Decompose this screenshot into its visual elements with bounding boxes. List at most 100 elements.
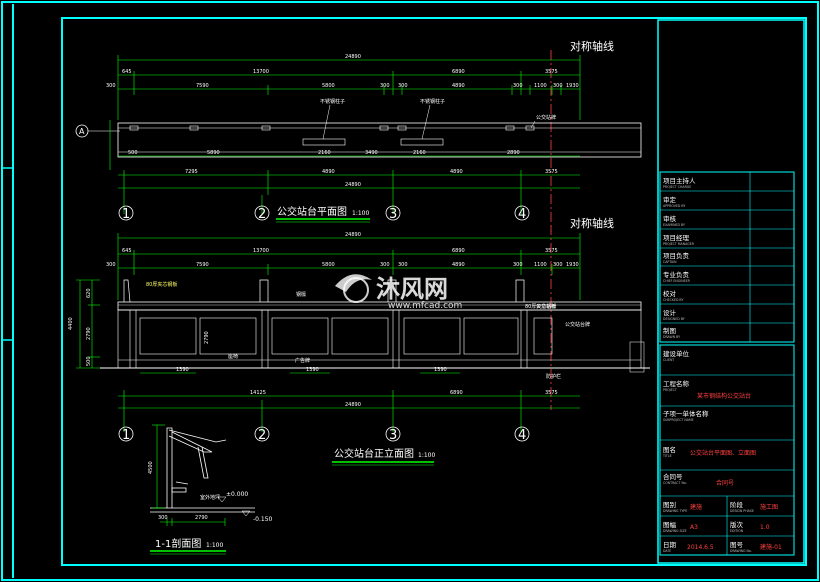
plan-note-column-1: 不锈钢柱子 <box>320 98 345 105</box>
plan-bottom-overall-dim: 24890 <box>345 182 361 188</box>
elevation-axis-4: 4 <box>518 428 526 443</box>
tb-stage-label: 阶段 <box>730 500 744 509</box>
elevation-top-dims: 645 13700 6890 3575 <box>122 248 558 254</box>
tb-row-4-sub: PROJECT MANAGER <box>663 242 695 246</box>
elevation-second-dim-3: 5800 <box>322 262 335 268</box>
plan-view: 对称轴线 24890 645 13700 6890 3575 300 7590 … <box>75 39 642 232</box>
tb-row-3-sub: EXAMINED BY <box>663 223 685 227</box>
plan-second-dim-4: 300 <box>380 83 390 89</box>
plan-bottom-dim-1: 7295 <box>185 169 198 175</box>
plan-inner-dims: 500 5890 2160 3490 2160 2890 <box>128 150 520 156</box>
tb-version-value: 1.0 <box>760 524 770 531</box>
tb-stage-value: 施工图 <box>760 503 778 511</box>
watermark-brand: 沐风网 <box>376 275 448 303</box>
elevation-note-panel-top: 80厚夹芯钢板 <box>146 281 177 288</box>
elevation-view: 对称轴线 24890 645 13700 6890 3575 300 7590 … <box>68 216 650 466</box>
elevation-axis-3: 3 <box>389 428 397 443</box>
elevation-bottom-dims: 14125 6890 3575 <box>250 390 558 396</box>
tb-number-label: 图号 <box>730 541 744 549</box>
elevation-bottom-dim-1: 14125 <box>250 390 266 396</box>
plan-axis-3: 3 <box>389 207 397 222</box>
title-block-sign-rows: 项目主持人 PROJECT CHARGE 审定 APPROVED BY 审核 E… <box>663 176 696 339</box>
elevation-second-dim-7: 300 <box>513 262 523 268</box>
plan-bottom-dim-4: 3575 <box>545 169 558 175</box>
section-dim-width: 2790 <box>195 515 208 521</box>
elevation-axis-label: 对称轴线 <box>570 216 614 230</box>
tb-row-1-sub: PROJECT CHARGE <box>663 185 691 189</box>
plan-second-dim-3: 5800 <box>322 83 335 89</box>
tb-number-sub: DRAWING No. <box>730 549 752 553</box>
plan-second-dims: 300 7590 5800 300 300 4890 300 1100 300 … <box>106 83 579 89</box>
elevation-top-dim-1: 645 <box>122 248 132 254</box>
plan-axis-4: 4 <box>518 207 526 222</box>
tb-subproject-label: 子项一单体名称 <box>663 409 709 418</box>
tb-row-1-label: 项目主持人 <box>663 176 696 185</box>
plan-top-dim-2: 13700 <box>253 69 269 75</box>
section-level-top: ±0.000 <box>226 491 248 498</box>
tb-drawing-label: 图名 <box>663 445 676 454</box>
plan-overall-dim: 24890 <box>345 54 361 60</box>
plan-second-dim-8: 1100 <box>534 83 547 89</box>
plan-second-dim-10: 1930 <box>566 83 579 89</box>
elevation-left-dim-3: 500 <box>86 356 92 366</box>
tb-row-7-sub: CHECKED BY <box>663 298 683 302</box>
plan-top-dim-4: 3575 <box>545 69 558 75</box>
tb-project-value: 某市钢结构公交站台 <box>697 392 751 400</box>
tb-version-sub: EDITION <box>730 529 744 533</box>
tb-row-5-sub: CAPTAIN <box>663 260 677 264</box>
elevation-second-dim-4: 300 <box>380 262 390 268</box>
elevation-inner-dims: 1390 2790 1390 1390 <box>176 331 447 373</box>
tb-client-label: 建设单位 <box>663 349 690 358</box>
watermark: 沐风网 www.mfcad.com <box>335 274 462 311</box>
elevation-column-axes: 1 2 3 4 <box>122 428 526 443</box>
section-level-bottom: -0.150 <box>253 516 273 523</box>
plan-scale: 1:100 <box>352 210 369 217</box>
plan-second-dim-7: 300 <box>513 83 523 89</box>
title-block: 项目主持人 PROJECT CHARGE 审定 APPROVED BY 审核 E… <box>659 171 795 556</box>
tb-row-6-label: 专业负责 <box>663 270 690 279</box>
plan-second-dim-9: 300 <box>553 83 563 89</box>
elevation-inner-dim-1: 1390 <box>176 367 189 373</box>
elevation-second-dim-2: 7590 <box>196 262 209 268</box>
elevation-second-dims: 300 7590 5800 300 300 4890 300 1100 300 … <box>106 262 579 268</box>
elevation-second-dim-1: 300 <box>106 262 116 268</box>
section-scale: 1:100 <box>206 542 223 549</box>
tb-date-value: 2014.6.5 <box>687 544 714 551</box>
tb-project-label: 工程名称 <box>663 379 690 388</box>
elevation-second-dim-5: 300 <box>398 262 408 268</box>
elevation-note-rail: 防护栏 <box>546 373 561 380</box>
plan-second-dim-5: 300 <box>398 83 408 89</box>
elevation-title: 公交站台正立面图 <box>334 447 414 460</box>
tb-row-2-label: 审定 <box>663 195 677 204</box>
plan-bottom-dim-2: 4890 <box>322 169 335 175</box>
elevation-axis-2: 2 <box>258 428 266 443</box>
tb-project-sub: PROJECT <box>663 388 677 392</box>
plan-bottom-dims: 7295 4890 4890 3575 <box>185 169 558 175</box>
tb-number-value: 建施-01 <box>760 543 782 551</box>
elevation-top-dim-2: 13700 <box>253 248 269 254</box>
tb-size-label: 图幅 <box>663 520 677 529</box>
plan-inner-dim-4: 3490 <box>365 150 378 156</box>
plan-inner-dim-5: 2160 <box>413 150 426 156</box>
plan-top-dims: 645 13700 6890 3575 <box>122 69 558 75</box>
tb-row-7-label: 校对 <box>663 289 677 298</box>
watermark-url: www.mfcad.com <box>388 301 462 311</box>
elevation-annotations: 80厚夹芯钢板 钢檩 公交站牌 公交站台牌 座椅 广告牌 防护栏 80厚夹芯钢板 <box>146 281 590 380</box>
tb-client-sub: CLIENT <box>663 358 674 362</box>
tb-category-label: 图别 <box>663 500 676 509</box>
elevation-second-dim-8: 1100 <box>534 262 547 268</box>
elevation-bottom-dim-3: 3575 <box>545 390 558 396</box>
section-view: 4500 300 2790 室外地坪 ±0.000 -0.150 1-1剖面图 … <box>148 424 273 555</box>
elevation-note-ad: 广告牌 <box>295 357 310 364</box>
elevation-overall-dim: 24890 <box>345 232 361 238</box>
tb-size-sub: DRAWING SIZE <box>663 529 687 533</box>
plan-axis-1: 1 <box>122 207 130 222</box>
elevation-bottom-dim-2: 6890 <box>450 390 463 396</box>
plan-second-dim-6: 4890 <box>452 83 465 89</box>
plan-top-dim-3: 6890 <box>452 69 465 75</box>
elevation-bottom-overall-dim: 24890 <box>345 402 361 408</box>
elevation-left-dim-1: 4400 <box>68 317 74 330</box>
elevation-inner-dim-3: 1390 <box>306 367 319 373</box>
elevation-top-dim-3: 6890 <box>452 248 465 254</box>
plan-second-dim-1: 300 <box>106 83 116 89</box>
